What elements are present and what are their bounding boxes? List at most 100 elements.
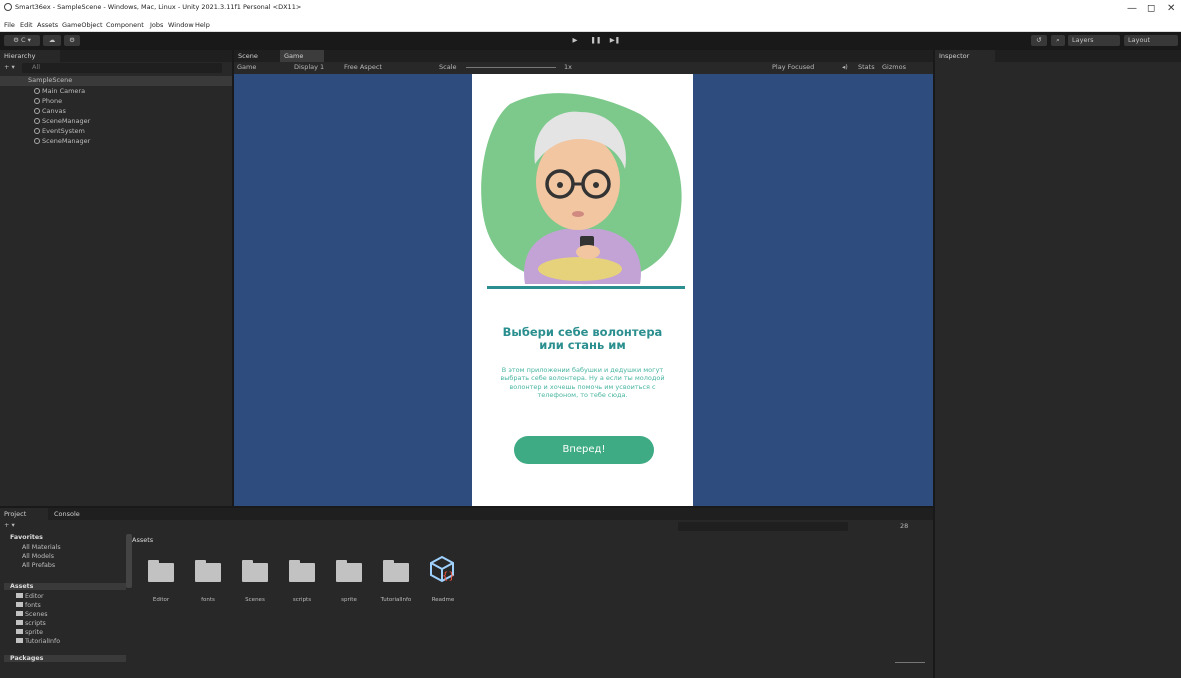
play-focused-dropdown[interactable]: Play Focused <box>772 63 814 71</box>
grandma-illustration <box>481 93 682 285</box>
mute-audio-icon[interactable]: ◂) <box>842 63 848 71</box>
history-icon[interactable]: ↺ <box>1031 35 1047 46</box>
menu-help[interactable]: Help <box>195 21 210 29</box>
tab-scene[interactable]: Scene <box>234 50 278 62</box>
folder-icon[interactable] <box>195 560 221 582</box>
favorites-header[interactable]: Favorites <box>10 534 43 541</box>
tree-tutorialinfo[interactable]: TutorialInfo <box>16 638 60 645</box>
stats-button[interactable]: Stats <box>858 63 875 71</box>
gameobject-icon <box>34 108 40 114</box>
display-mode-dropdown[interactable]: Game <box>237 63 256 71</box>
step-button[interactable]: ▶❚ <box>606 35 624 46</box>
hierarchy-tabbar: Hierarchy <box>0 50 232 62</box>
readme-icon[interactable]: {} <box>428 554 458 584</box>
account-button[interactable]: ⚙ C ▾ <box>4 35 40 46</box>
tree-fonts[interactable]: fonts <box>16 602 41 609</box>
hierarchy-item-main-camera[interactable]: Main Camera <box>34 87 85 95</box>
scene-name: SampleScene <box>28 76 73 84</box>
menu-edit[interactable]: Edit <box>20 21 33 29</box>
tree-editor[interactable]: Editor <box>16 593 44 600</box>
hidden-count: 28 <box>900 522 909 530</box>
unity-logo-icon <box>4 3 12 11</box>
phone-screen: Выбери себе волонтера или стань им В это… <box>472 74 693 506</box>
menu-jobs[interactable]: Jobs <box>150 21 163 29</box>
add-icon[interactable]: + ▾ <box>4 63 15 71</box>
scene-root[interactable]: SampleScene <box>0 76 232 86</box>
scale-value: 1x <box>564 63 572 71</box>
menu-gameobject[interactable]: GameObject <box>62 21 103 29</box>
tab-game[interactable]: Game <box>280 50 324 62</box>
folder-icon[interactable] <box>242 560 268 582</box>
scale-slider[interactable] <box>466 67 556 68</box>
tab-console[interactable]: Console <box>50 508 100 520</box>
inspector-panel: Inspector <box>935 50 1181 678</box>
window-titlebar: Smart36ex - SampleScene - Windows, Mac, … <box>0 0 1181 18</box>
minimize-button[interactable]: — <box>1127 3 1137 14</box>
menu-bar: File Edit Assets GameObject Component Jo… <box>0 18 1181 32</box>
tab-hierarchy[interactable]: Hierarchy <box>0 50 60 62</box>
cloud-icon[interactable]: ☁ <box>43 35 61 46</box>
maximize-button[interactable]: ◻ <box>1147 3 1155 14</box>
assets-tree-header[interactable]: Assets <box>4 583 126 590</box>
hierarchy-item-canvas[interactable]: Canvas <box>34 107 66 115</box>
hierarchy-panel: Hierarchy + ▾ All SampleScene Main Camer… <box>0 50 232 506</box>
gameobject-icon <box>34 98 40 104</box>
folder-icon[interactable] <box>289 560 315 582</box>
display-dropdown[interactable]: Display 1 <box>294 63 324 71</box>
menu-component[interactable]: Component <box>106 21 144 29</box>
hierarchy-item-phone[interactable]: Phone <box>34 97 62 105</box>
menu-file[interactable]: File <box>4 21 15 29</box>
hierarchy-item-scenemanager-2[interactable]: SceneManager <box>34 137 90 145</box>
asset-label-fonts: fonts <box>201 597 215 603</box>
asset-label-readme: Readme <box>431 597 455 603</box>
scene-tab-label: Scene <box>238 52 258 60</box>
folder-icon[interactable] <box>148 560 174 582</box>
layout-dropdown[interactable]: Layout <box>1124 35 1178 46</box>
hierarchy-item-scenemanager[interactable]: SceneManager <box>34 117 90 125</box>
project-search-input[interactable] <box>678 522 848 531</box>
create-asset-icon[interactable]: + ▾ <box>4 521 15 529</box>
onboarding-heading: Выбери себе волонтера или стань им <box>472 326 693 352</box>
hierarchy-search-input[interactable]: All <box>22 63 222 73</box>
onboarding-description: В этом приложении бабушки и дедушки могу… <box>500 366 665 400</box>
favorite-all-materials[interactable]: All Materials <box>22 544 61 551</box>
game-panel-header: Scene Game Game Display 1 Free Aspect Sc… <box>234 50 933 74</box>
folder-icon[interactable] <box>383 560 409 582</box>
window-title: Smart36ex - SampleScene - Windows, Mac, … <box>15 3 302 11</box>
tree-scenes[interactable]: Scenes <box>16 611 47 618</box>
menu-window[interactable]: Window <box>168 21 194 29</box>
asset-label-scenes: Scenes <box>245 597 265 603</box>
asset-label-sprite: sprite <box>341 597 357 603</box>
aspect-dropdown[interactable]: Free Aspect <box>344 63 382 71</box>
asset-label-tutorialinfo: TutorialInfo <box>380 597 412 603</box>
gizmos-dropdown[interactable]: Gizmos <box>882 63 906 71</box>
favorite-all-models[interactable]: All Models <box>22 553 54 560</box>
collab-icon[interactable]: ⚙ <box>64 35 80 46</box>
scale-label: Scale <box>439 63 457 71</box>
favorite-all-prefabs[interactable]: All Prefabs <box>22 562 55 569</box>
tree-scripts[interactable]: scripts <box>16 620 46 627</box>
pause-button[interactable]: ❚❚ <box>588 35 604 46</box>
game-tab-label: Game <box>284 52 304 60</box>
asset-label-scripts: scripts <box>292 597 312 603</box>
search-icon[interactable]: ⌕ <box>1051 35 1065 46</box>
folder-icon[interactable] <box>336 560 362 582</box>
tab-inspector[interactable]: Inspector <box>935 50 995 62</box>
close-button[interactable]: ✕ <box>1167 3 1175 14</box>
breadcrumb[interactable]: Assets <box>132 536 153 544</box>
play-button[interactable]: ▶ <box>565 35 585 46</box>
tab-project[interactable]: Project <box>0 508 48 520</box>
hierarchy-item-eventsystem[interactable]: EventSystem <box>34 127 85 135</box>
tree-sprite[interactable]: sprite <box>16 629 43 636</box>
forward-button[interactable]: Вперед! <box>514 436 654 464</box>
zoom-slider[interactable] <box>895 662 925 663</box>
gameobject-icon <box>34 118 40 124</box>
layers-dropdown[interactable]: Layers <box>1068 35 1120 46</box>
gameobject-icon <box>34 138 40 144</box>
gameobject-icon <box>34 128 40 134</box>
menu-assets[interactable]: Assets <box>37 21 58 29</box>
svg-text:{}: {} <box>442 571 455 582</box>
heading-line-2: или стань им <box>539 338 626 352</box>
packages-tree-header[interactable]: Packages <box>4 655 126 662</box>
game-view[interactable]: Выбери себе волонтера или стань им В это… <box>234 74 933 506</box>
